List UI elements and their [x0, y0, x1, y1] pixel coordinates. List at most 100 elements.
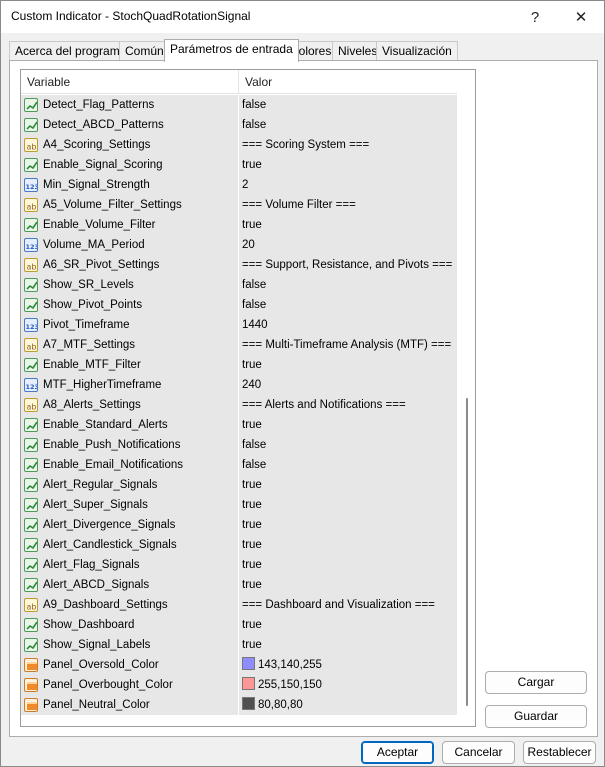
parameter-value-cell[interactable]: === Multi-Timeframe Analysis (MTF) ===: [239, 335, 457, 355]
parameter-name-cell[interactable]: Alert_Super_Signals: [21, 495, 239, 515]
parameter-name-cell[interactable]: ab A9_Dashboard_Settings: [21, 595, 239, 615]
parameter-value-cell[interactable]: 240: [239, 375, 457, 395]
table-row[interactable]: 123 Pivot_Timeframe 1440: [21, 315, 457, 335]
table-row[interactable]: ab A6_SR_Pivot_Settings === Support, Resis…: [21, 255, 457, 275]
table-row[interactable]: Enable_Email_Notifications false: [21, 455, 457, 475]
tab-comun[interactable]: Común: [119, 41, 170, 61]
close-button[interactable]: ✕: [558, 1, 604, 33]
parameter-name-cell[interactable]: 123 Pivot_Timeframe: [21, 315, 239, 335]
table-row[interactable]: ab A8_Alerts_Settings === Alerts and Notif…: [21, 395, 457, 415]
column-header-variable[interactable]: Variable: [21, 70, 239, 94]
cancel-button[interactable]: Cancelar: [442, 741, 515, 764]
table-row[interactable]: Show_Pivot_Points false: [21, 295, 457, 315]
reset-button[interactable]: Restablecer: [523, 741, 596, 764]
parameter-name-cell[interactable]: ab A5_Volume_Filter_Settings: [21, 195, 239, 215]
parameter-value-cell[interactable]: false: [239, 95, 457, 115]
table-row[interactable]: Alert_Super_Signals true: [21, 495, 457, 515]
parameter-value-cell[interactable]: 1440: [239, 315, 457, 335]
parameter-value-cell[interactable]: true: [239, 535, 457, 555]
vertical-scrollbar[interactable]: [458, 70, 475, 726]
title-bar[interactable]: Custom Indicator - StochQuadRotationSign…: [1, 1, 604, 33]
parameter-value-cell[interactable]: true: [239, 415, 457, 435]
parameter-value-cell[interactable]: true: [239, 615, 457, 635]
parameter-name-cell[interactable]: ab A8_Alerts_Settings: [21, 395, 239, 415]
parameter-value-cell[interactable]: false: [239, 435, 457, 455]
parameter-name-cell[interactable]: Alert_Divergence_Signals: [21, 515, 239, 535]
parameter-name-cell[interactable]: Show_Pivot_Points: [21, 295, 239, 315]
parameter-name-cell[interactable]: Enable_MTF_Filter: [21, 355, 239, 375]
column-header-value[interactable]: Valor: [239, 70, 457, 94]
table-row[interactable]: Show_Signal_Labels true: [21, 635, 457, 655]
table-row[interactable]: Show_SR_Levels false: [21, 275, 457, 295]
parameter-value-cell[interactable]: true: [239, 515, 457, 535]
table-row[interactable]: Detect_Flag_Patterns false: [21, 95, 457, 115]
help-button[interactable]: ?: [512, 1, 558, 33]
parameter-value-cell[interactable]: === Scoring System ===: [239, 135, 457, 155]
table-row[interactable]: Panel_Neutral_Color 80,80,80: [21, 695, 457, 715]
parameter-name-cell[interactable]: ab A6_SR_Pivot_Settings: [21, 255, 239, 275]
table-row[interactable]: Alert_Candlestick_Signals true: [21, 535, 457, 555]
parameter-name-cell[interactable]: 123 Volume_MA_Period: [21, 235, 239, 255]
parameter-name-cell[interactable]: Enable_Volume_Filter: [21, 215, 239, 235]
parameter-value-cell[interactable]: === Dashboard and Visualization ===: [239, 595, 457, 615]
parameter-value-cell[interactable]: 2: [239, 175, 457, 195]
table-row[interactable]: Enable_Volume_Filter true: [21, 215, 457, 235]
table-row[interactable]: 123 Min_Signal_Strength 2: [21, 175, 457, 195]
table-row[interactable]: 123 MTF_HigherTimeframe 240: [21, 375, 457, 395]
parameter-value-cell[interactable]: 80,80,80: [239, 695, 457, 715]
parameter-name-cell[interactable]: Show_Dashboard: [21, 615, 239, 635]
parameter-value-cell[interactable]: false: [239, 115, 457, 135]
parameter-value-cell[interactable]: 255,150,150: [239, 675, 457, 695]
parameter-name-cell[interactable]: Enable_Email_Notifications: [21, 455, 239, 475]
tab-acerca[interactable]: Acerca del programa: [9, 41, 133, 61]
parameter-name-cell[interactable]: Detect_ABCD_Patterns: [21, 115, 239, 135]
table-row[interactable]: Enable_Standard_Alerts true: [21, 415, 457, 435]
parameter-value-cell[interactable]: 20: [239, 235, 457, 255]
parameter-name-cell[interactable]: 123 Min_Signal_Strength: [21, 175, 239, 195]
table-row[interactable]: Enable_Push_Notifications false: [21, 435, 457, 455]
parameter-value-cell[interactable]: false: [239, 295, 457, 315]
parameter-value-cell[interactable]: true: [239, 215, 457, 235]
scrollbar-thumb[interactable]: [466, 398, 468, 706]
parameter-name-cell[interactable]: Alert_Regular_Signals: [21, 475, 239, 495]
save-button[interactable]: Guardar: [485, 705, 587, 728]
parameter-value-cell[interactable]: true: [239, 575, 457, 595]
parameter-value-cell[interactable]: true: [239, 495, 457, 515]
parameter-name-cell[interactable]: ab A7_MTF_Settings: [21, 335, 239, 355]
parameter-value-cell[interactable]: === Support, Resistance, and Pivots ===: [239, 255, 457, 275]
table-row[interactable]: Alert_ABCD_Signals true: [21, 575, 457, 595]
parameter-value-cell[interactable]: true: [239, 555, 457, 575]
color-swatch[interactable]: [242, 657, 255, 670]
parameter-name-cell[interactable]: Show_SR_Levels: [21, 275, 239, 295]
table-row[interactable]: Enable_MTF_Filter true: [21, 355, 457, 375]
parameter-value-cell[interactable]: true: [239, 475, 457, 495]
parameter-value-cell[interactable]: false: [239, 275, 457, 295]
table-row[interactable]: Panel_Overbought_Color 255,150,150: [21, 675, 457, 695]
table-row[interactable]: Show_Dashboard true: [21, 615, 457, 635]
table-row[interactable]: Alert_Divergence_Signals true: [21, 515, 457, 535]
parameter-name-cell[interactable]: Enable_Standard_Alerts: [21, 415, 239, 435]
parameter-value-cell[interactable]: 143,140,255: [239, 655, 457, 675]
parameter-value-cell[interactable]: true: [239, 635, 457, 655]
parameter-name-cell[interactable]: Panel_Neutral_Color: [21, 695, 239, 715]
parameter-name-cell[interactable]: Show_Signal_Labels: [21, 635, 239, 655]
parameter-name-cell[interactable]: 123 MTF_HigherTimeframe: [21, 375, 239, 395]
color-swatch[interactable]: [242, 677, 255, 690]
parameter-value-cell[interactable]: === Alerts and Notifications ===: [239, 395, 457, 415]
parameter-value-cell[interactable]: true: [239, 355, 457, 375]
table-row[interactable]: Alert_Flag_Signals true: [21, 555, 457, 575]
table-row[interactable]: 123 Volume_MA_Period 20: [21, 235, 457, 255]
parameter-name-cell[interactable]: Panel_Oversold_Color: [21, 655, 239, 675]
parameter-name-cell[interactable]: Alert_Candlestick_Signals: [21, 535, 239, 555]
ok-button[interactable]: Aceptar: [361, 741, 434, 764]
parameter-value-cell[interactable]: === Volume Filter ===: [239, 195, 457, 215]
table-row[interactable]: ab A5_Volume_Filter_Settings === Volume Fi…: [21, 195, 457, 215]
parameter-value-cell[interactable]: true: [239, 155, 457, 175]
tab-parametros[interactable]: Parámetros de entrada: [164, 39, 299, 62]
table-row[interactable]: ab A7_MTF_Settings === Multi-Timeframe Ana…: [21, 335, 457, 355]
table-row[interactable]: Alert_Regular_Signals true: [21, 475, 457, 495]
parameter-name-cell[interactable]: Enable_Signal_Scoring: [21, 155, 239, 175]
tab-visualizacion[interactable]: Visualización: [376, 41, 458, 61]
table-row[interactable]: Enable_Signal_Scoring true: [21, 155, 457, 175]
load-button[interactable]: Cargar: [485, 671, 587, 694]
